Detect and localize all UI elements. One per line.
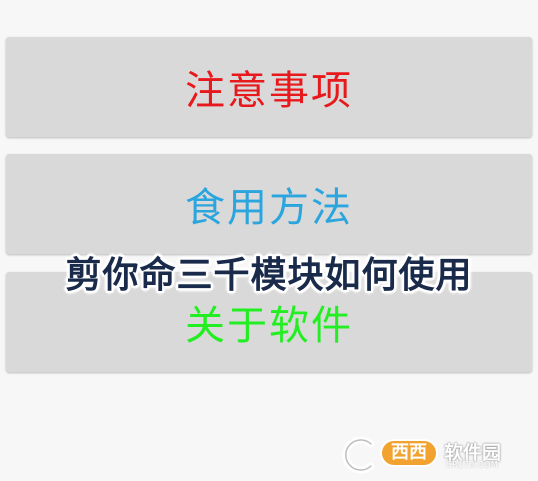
usage-method-button[interactable]: 食用方法: [6, 154, 532, 254]
watermark-logo-pill: 西西: [380, 439, 438, 467]
notes-button-label: 注意事项: [185, 68, 353, 114]
site-watermark: 西西 软件园 CR173.COM: [340, 435, 520, 475]
watermark-logo-icon: [342, 436, 375, 474]
overlay-caption: 剪你命三千模块如何使用: [65, 255, 473, 296]
usage-method-button-label: 食用方法: [185, 185, 353, 231]
watermark-site-text: CR173.COM: [446, 460, 499, 469]
notes-button[interactable]: 注意事项: [6, 37, 532, 137]
about-software-button-label: 关于软件: [185, 303, 353, 349]
